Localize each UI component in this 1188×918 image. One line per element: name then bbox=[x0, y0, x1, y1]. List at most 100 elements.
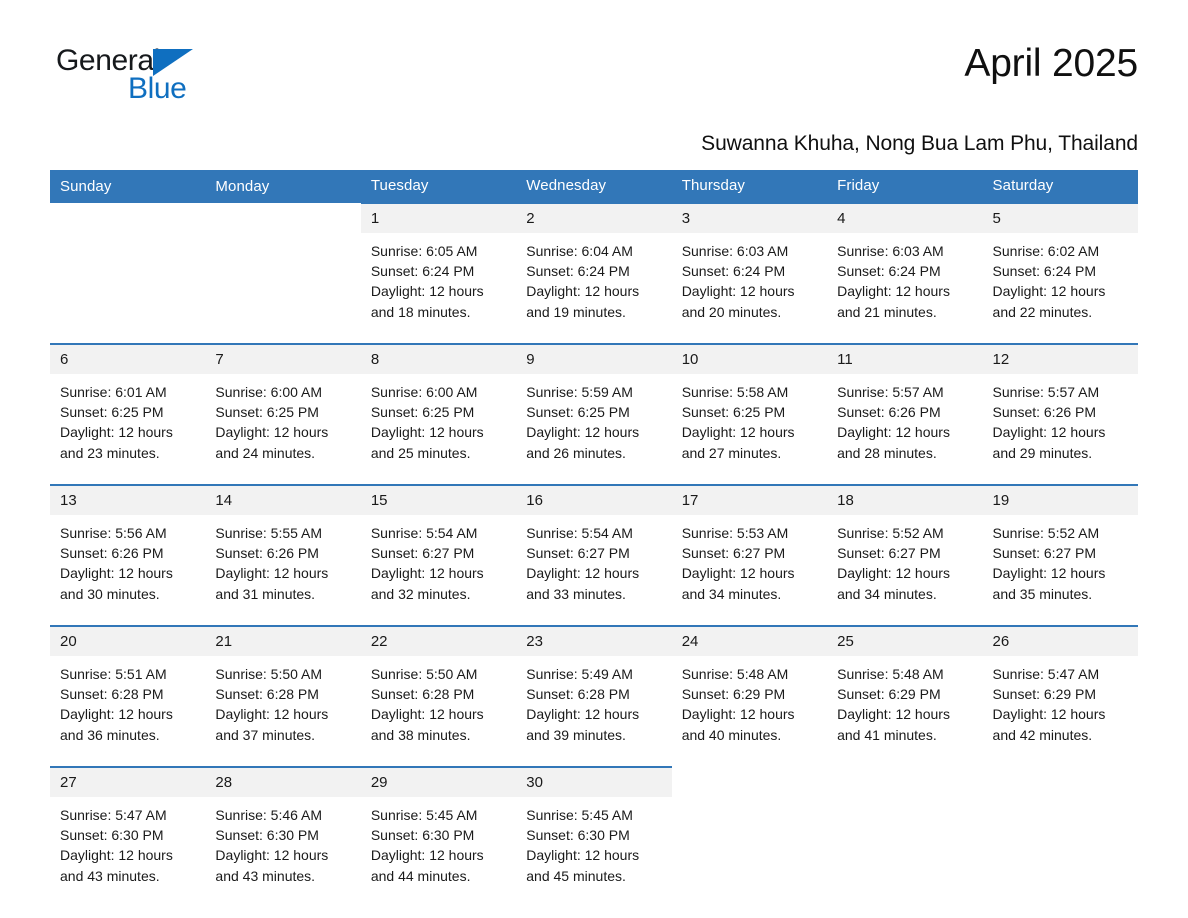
calendar-cell-empty bbox=[50, 203, 206, 344]
sunrise-text: Sunrise: 5:55 AM bbox=[215, 525, 323, 541]
sun-info: Sunrise: 5:59 AM Sunset: 6:25 PM Daylight:… bbox=[516, 374, 671, 481]
sun-info: Sunrise: 5:46 AM Sunset: 6:30 PM Daylight:… bbox=[205, 797, 360, 904]
calendar-day-cell[interactable]: 10 Sunrise: 5:58 AM Sunset: 6:25 PM Dayligh… bbox=[671, 343, 828, 485]
daylight-text-line1: Daylight: 12 hours bbox=[837, 424, 950, 441]
calendar-day-cell[interactable]: 19 Sunrise: 5:52 AM Sunset: 6:27 PM Dayligh… bbox=[982, 484, 1138, 626]
sunrise-text: Sunrise: 5:57 AM bbox=[992, 384, 1100, 400]
day-number: 1 bbox=[360, 204, 517, 233]
day-cell-body bbox=[50, 232, 205, 342]
sunrise-text: Sunrise: 5:52 AM bbox=[837, 525, 944, 541]
calendar-day-cell[interactable]: 30 Sunrise: 5:45 AM Sunset: 6:30 PM Dayligh… bbox=[516, 766, 672, 907]
generalblue-logo[interactable]: General Blue bbox=[50, 42, 200, 110]
calendar-day-cell[interactable]: 4 Sunrise: 6:03 AM Sunset: 6:24 PM Daylight… bbox=[827, 202, 983, 344]
calendar-day-cell[interactable]: 26 Sunrise: 5:47 AM Sunset: 6:29 PM Dayligh… bbox=[982, 625, 1138, 767]
sun-info: Sunrise: 5:51 AM Sunset: 6:28 PM Daylight:… bbox=[50, 656, 205, 763]
day-cell-body: Sunrise: 5:50 AM Sunset: 6:28 PM Daylight:… bbox=[205, 656, 360, 766]
calendar-day-cell[interactable]: 14 Sunrise: 5:55 AM Sunset: 6:26 PM Dayligh… bbox=[205, 484, 361, 626]
day-cell-body: Sunrise: 5:46 AM Sunset: 6:30 PM Daylight:… bbox=[205, 797, 360, 907]
day-number: 6 bbox=[50, 345, 206, 374]
daylight-text-line1: Daylight: 12 hours bbox=[992, 424, 1106, 441]
calendar-day-cell[interactable]: 27 Sunrise: 5:47 AM Sunset: 6:30 PM Dayligh… bbox=[50, 766, 206, 907]
calendar-day-cell[interactable]: 17 Sunrise: 5:53 AM Sunset: 6:27 PM Dayligh… bbox=[671, 484, 828, 626]
sun-info: Sunrise: 5:58 AM Sunset: 6:25 PM Daylight:… bbox=[672, 374, 827, 481]
calendar-day-cell[interactable]: 6 Sunrise: 6:01 AM Sunset: 6:25 PM Daylight… bbox=[50, 343, 206, 485]
calendar-day-cell[interactable]: 15 Sunrise: 5:54 AM Sunset: 6:27 PM Dayligh… bbox=[360, 484, 517, 626]
sunrise-text: Sunrise: 6:00 AM bbox=[215, 384, 323, 400]
day-cell-body: Sunrise: 5:57 AM Sunset: 6:26 PM Daylight:… bbox=[827, 374, 982, 484]
calendar-day-cell[interactable]: 1 Sunrise: 6:05 AM Sunset: 6:24 PM Daylight… bbox=[360, 202, 517, 344]
calendar-day-cell[interactable]: 24 Sunrise: 5:48 AM Sunset: 6:29 PM Dayligh… bbox=[671, 625, 828, 767]
calendar-day-cell[interactable]: 16 Sunrise: 5:54 AM Sunset: 6:27 PM Dayligh… bbox=[516, 484, 672, 626]
calendar-day-cell[interactable]: 28 Sunrise: 5:46 AM Sunset: 6:30 PM Dayligh… bbox=[205, 766, 361, 907]
calendar-day-cell[interactable]: 18 Sunrise: 5:52 AM Sunset: 6:27 PM Dayligh… bbox=[827, 484, 983, 626]
daylight-text-line2: and 40 minutes. bbox=[681, 726, 782, 743]
day-number: 18 bbox=[827, 486, 983, 515]
day-cell-body: Sunrise: 5:45 AM Sunset: 6:30 PM Daylight:… bbox=[516, 797, 671, 907]
sunset-text: Sunset: 6:26 PM bbox=[992, 404, 1097, 421]
sunset-text: Sunset: 6:25 PM bbox=[526, 404, 630, 421]
calendar-day-cell[interactable]: 21 Sunrise: 5:50 AM Sunset: 6:28 PM Dayligh… bbox=[205, 625, 361, 767]
calendar-day-cell[interactable]: 7 Sunrise: 6:00 AM Sunset: 6:25 PM Daylight… bbox=[205, 343, 361, 485]
sun-info: Sunrise: 6:04 AM Sunset: 6:24 PM Daylight:… bbox=[516, 233, 671, 340]
daylight-text-line1: Daylight: 12 hours bbox=[526, 565, 640, 582]
daylight-text-line1: Daylight: 12 hours bbox=[837, 283, 950, 300]
day-number: 8 bbox=[360, 345, 517, 374]
day-number: 4 bbox=[827, 204, 983, 233]
sunrise-text: Sunrise: 5:54 AM bbox=[526, 525, 633, 541]
day-number: 30 bbox=[516, 768, 672, 797]
daylight-text-line1: Daylight: 12 hours bbox=[992, 283, 1106, 300]
sun-info: Sunrise: 5:47 AM Sunset: 6:29 PM Daylight:… bbox=[983, 656, 1138, 763]
page-header: General Blue April 2025 bbox=[50, 0, 1138, 116]
calendar-day-cell[interactable]: 9 Sunrise: 5:59 AM Sunset: 6:25 PM Daylight… bbox=[516, 343, 672, 485]
day-number: 20 bbox=[50, 627, 206, 656]
calendar-cell-empty bbox=[205, 203, 361, 344]
day-cell-body bbox=[205, 232, 360, 342]
sun-info: Sunrise: 6:00 AM Sunset: 6:25 PM Daylight:… bbox=[205, 374, 360, 481]
calendar-day-cell[interactable]: 23 Sunrise: 5:49 AM Sunset: 6:28 PM Dayligh… bbox=[516, 625, 672, 767]
day-number bbox=[827, 767, 983, 796]
sunset-text: Sunset: 6:24 PM bbox=[992, 263, 1097, 280]
sunrise-text: Sunrise: 5:56 AM bbox=[60, 525, 167, 541]
calendar-day-cell[interactable]: 29 Sunrise: 5:45 AM Sunset: 6:30 PM Dayligh… bbox=[360, 766, 517, 907]
sunset-text: Sunset: 6:30 PM bbox=[215, 827, 319, 844]
calendar-day-cell[interactable]: 12 Sunrise: 5:57 AM Sunset: 6:26 PM Dayligh… bbox=[982, 343, 1138, 485]
day-number: 19 bbox=[982, 486, 1138, 515]
day-number: 26 bbox=[982, 627, 1138, 656]
day-cell-body bbox=[827, 796, 982, 906]
day-cell-body: Sunrise: 5:47 AM Sunset: 6:30 PM Daylight:… bbox=[50, 797, 205, 907]
calendar-day-cell[interactable]: 11 Sunrise: 5:57 AM Sunset: 6:26 PM Dayligh… bbox=[827, 343, 983, 485]
weekday-header-sunday: Sunday bbox=[50, 170, 206, 203]
calendar-day-cell[interactable]: 20 Sunrise: 5:51 AM Sunset: 6:28 PM Dayligh… bbox=[50, 625, 206, 767]
sun-info: Sunrise: 5:54 AM Sunset: 6:27 PM Daylight:… bbox=[361, 515, 516, 622]
daylight-text-line2: and 24 minutes. bbox=[215, 444, 316, 461]
sunrise-text: Sunrise: 5:48 AM bbox=[681, 666, 789, 682]
day-cell-body: Sunrise: 5:58 AM Sunset: 6:25 PM Daylight:… bbox=[672, 374, 827, 484]
daylight-text-line2: and 18 minutes. bbox=[370, 303, 471, 320]
sunrise-text: Sunrise: 6:03 AM bbox=[837, 243, 944, 259]
day-cell-body: Sunrise: 5:51 AM Sunset: 6:28 PM Daylight:… bbox=[50, 656, 205, 766]
sun-info: Sunrise: 6:02 AM Sunset: 6:24 PM Daylight:… bbox=[983, 233, 1138, 340]
daylight-text-line2: and 30 minutes. bbox=[60, 585, 160, 602]
sunrise-text: Sunrise: 6:04 AM bbox=[526, 243, 633, 259]
day-number: 11 bbox=[827, 345, 983, 374]
day-cell-body: Sunrise: 5:48 AM Sunset: 6:29 PM Daylight:… bbox=[672, 656, 827, 766]
calendar-day-cell[interactable]: 8 Sunrise: 6:00 AM Sunset: 6:25 PM Daylight… bbox=[360, 343, 517, 485]
calendar-day-cell[interactable]: 5 Sunrise: 6:02 AM Sunset: 6:24 PM Daylight… bbox=[982, 202, 1138, 344]
daylight-text-line2: and 28 minutes. bbox=[837, 444, 937, 461]
sunrise-text: Sunrise: 5:47 AM bbox=[992, 666, 1100, 682]
daylight-text-line1: Daylight: 12 hours bbox=[526, 706, 640, 723]
sunset-text: Sunset: 6:27 PM bbox=[837, 545, 941, 562]
day-number bbox=[671, 767, 828, 796]
daylight-text-line2: and 37 minutes. bbox=[215, 726, 316, 743]
day-cell-body: Sunrise: 5:57 AM Sunset: 6:26 PM Daylight:… bbox=[983, 374, 1138, 484]
calendar-day-cell[interactable]: 13 Sunrise: 5:56 AM Sunset: 6:26 PM Dayligh… bbox=[50, 484, 206, 626]
calendar-day-cell[interactable]: 22 Sunrise: 5:50 AM Sunset: 6:28 PM Dayligh… bbox=[360, 625, 517, 767]
daylight-text-line1: Daylight: 12 hours bbox=[370, 706, 484, 723]
calendar-day-cell[interactable]: 2 Sunrise: 6:04 AM Sunset: 6:24 PM Daylight… bbox=[516, 202, 672, 344]
calendar-day-cell[interactable]: 25 Sunrise: 5:48 AM Sunset: 6:29 PM Dayligh… bbox=[827, 625, 983, 767]
calendar-week-row: 6 Sunrise: 6:01 AM Sunset: 6:25 PM Daylight… bbox=[50, 343, 1138, 485]
calendar-day-cell[interactable]: 3 Sunrise: 6:03 AM Sunset: 6:24 PM Daylight… bbox=[671, 202, 828, 344]
day-cell-body: Sunrise: 6:03 AM Sunset: 6:24 PM Daylight:… bbox=[672, 233, 827, 343]
sun-info: Sunrise: 5:55 AM Sunset: 6:26 PM Daylight:… bbox=[205, 515, 360, 622]
day-number: 21 bbox=[205, 627, 361, 656]
